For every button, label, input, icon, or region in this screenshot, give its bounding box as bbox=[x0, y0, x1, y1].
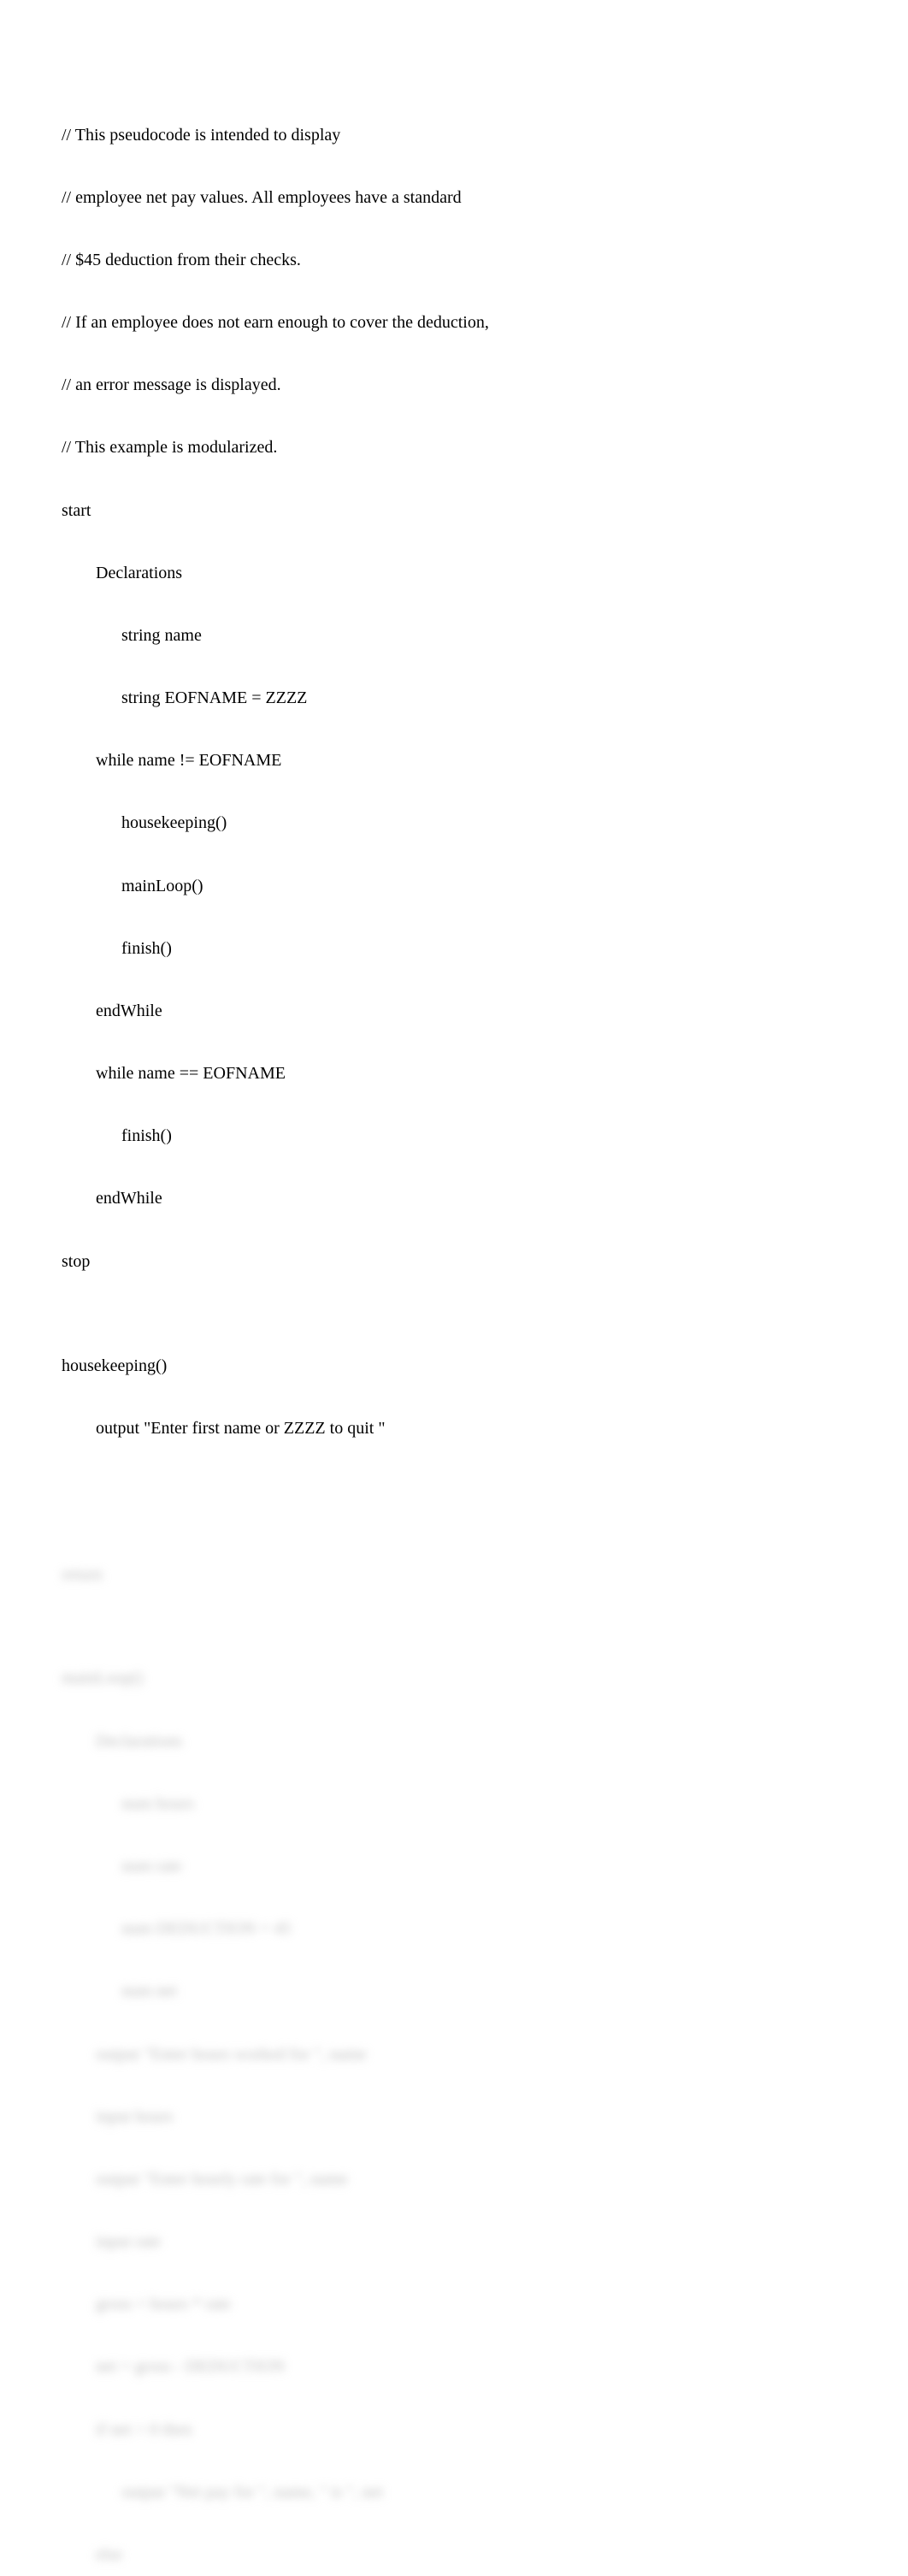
blurred-line: num net bbox=[62, 1981, 846, 2001]
blurred-line: Declarations bbox=[62, 1731, 846, 1752]
blurred-line: output "Net pay for ", name, " is ", net bbox=[62, 2482, 846, 2502]
blurred-line: num hours bbox=[62, 1793, 846, 1814]
code-line: string EOFNAME = ZZZZ bbox=[62, 688, 846, 708]
code-line: // This example is modularized. bbox=[62, 437, 846, 458]
blurred-line: if net > 0 then bbox=[62, 2419, 846, 2440]
code-line: // an error message is displayed. bbox=[62, 375, 846, 395]
blurred-line: output "Enter hours worked for ", name bbox=[62, 2044, 846, 2065]
document-page: // This pseudocode is intended to displa… bbox=[0, 0, 908, 2576]
code-line: mainLoop() bbox=[62, 876, 846, 896]
blurred-line: net = gross - DEDUCTION bbox=[62, 2356, 846, 2377]
code-line: while name != EOFNAME bbox=[62, 750, 846, 771]
code-line: // employee net pay values. All employee… bbox=[62, 187, 846, 208]
blurred-line: mainLoop() bbox=[62, 1668, 846, 1688]
code-line: housekeeping() bbox=[62, 1356, 846, 1376]
code-line: endWhile bbox=[62, 1188, 846, 1208]
blurred-line: else bbox=[62, 2544, 846, 2565]
code-line: while name == EOFNAME bbox=[62, 1063, 846, 1084]
code-line: housekeeping() bbox=[62, 812, 846, 833]
visible-code-block: // This pseudocode is intended to displa… bbox=[62, 83, 846, 1480]
code-line: output "Enter first name or ZZZZ to quit… bbox=[62, 1418, 846, 1439]
code-line: Declarations bbox=[62, 563, 846, 583]
code-line: finish() bbox=[62, 938, 846, 959]
blurred-line: num DEDUCTION = 45 bbox=[62, 1918, 846, 1939]
blurred-line: output "Enter hourly rate for ", name bbox=[62, 2169, 846, 2189]
code-line: // $45 deduction from their checks. bbox=[62, 250, 846, 270]
code-line: start bbox=[62, 500, 846, 521]
blurred-line: num rate bbox=[62, 1856, 846, 1876]
blurred-line: input hours bbox=[62, 2106, 846, 2127]
blurred-line: input rate bbox=[62, 2231, 846, 2252]
blurred-line: return bbox=[62, 1564, 846, 1585]
code-line: stop bbox=[62, 1251, 846, 1272]
code-line: string name bbox=[62, 625, 846, 646]
code-line: endWhile bbox=[62, 1001, 846, 1021]
code-line: finish() bbox=[62, 1126, 846, 1146]
blurred-line: gross = hours * rate bbox=[62, 2294, 846, 2314]
code-line: // If an employee does not earn enough t… bbox=[62, 312, 846, 333]
code-line: // This pseudocode is intended to displa… bbox=[62, 125, 846, 145]
blurred-code-block: return mainLoop() Declarations num hours… bbox=[62, 1522, 846, 2576]
